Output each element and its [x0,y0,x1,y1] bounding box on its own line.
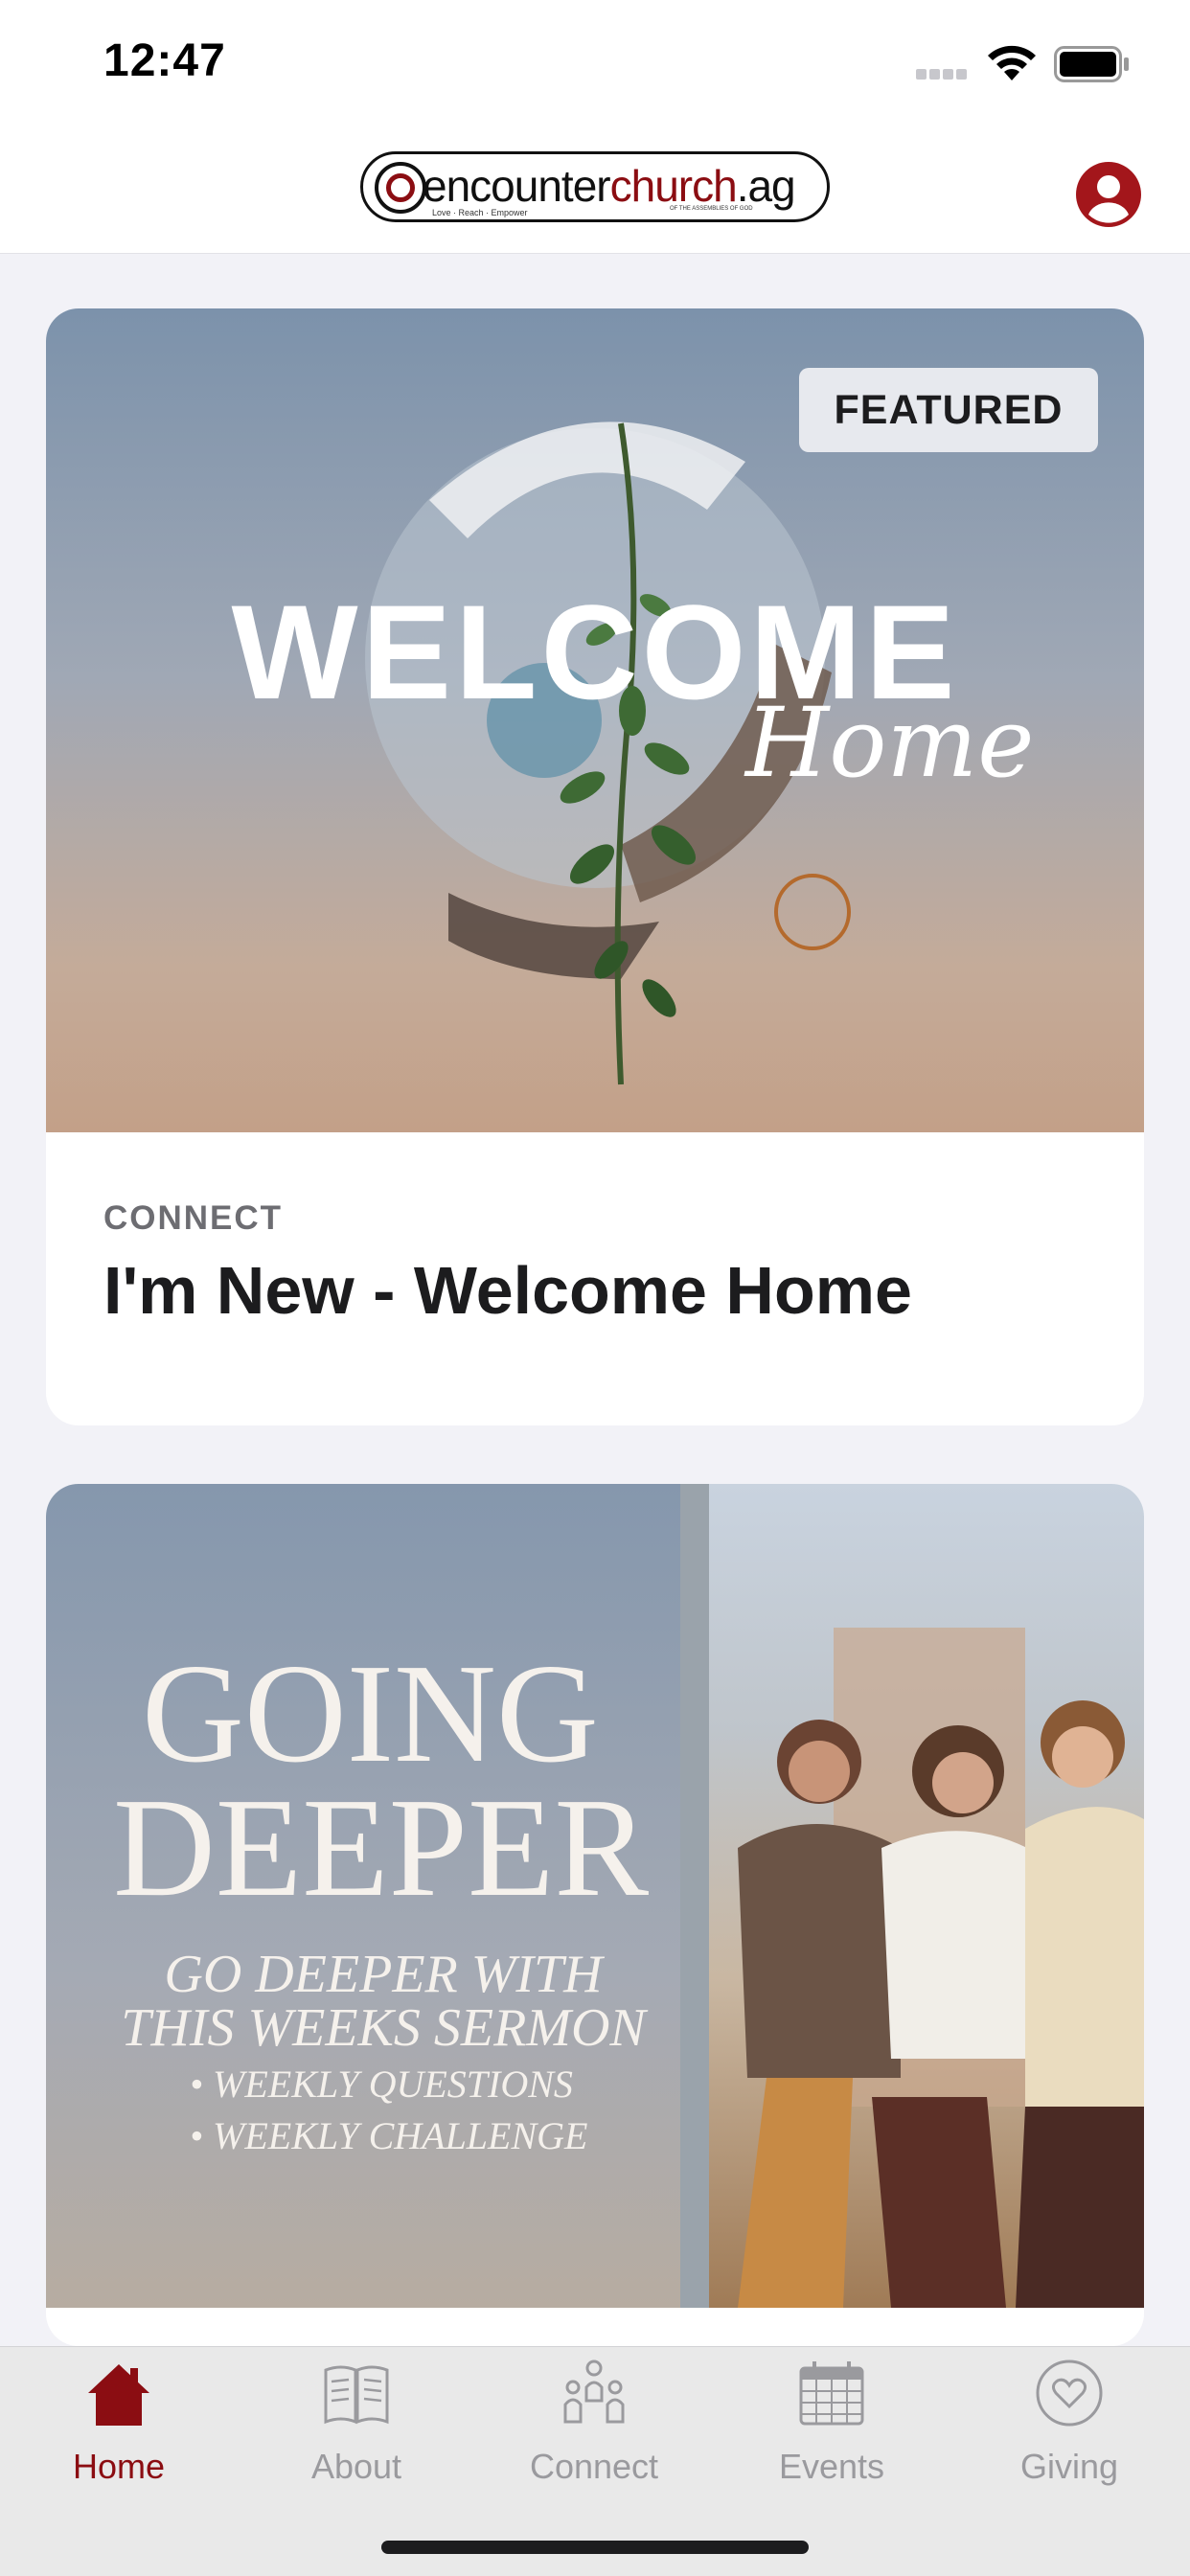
people-photo [680,1484,1144,2308]
card-category: CONNECT [103,1199,284,1237]
nav-header: encounterchurch.ag Love · Reach · Empowe… [0,128,1190,254]
tab-about[interactable]: About [238,2347,475,2510]
tab-label: Giving [1019,2447,1119,2486]
heart-circle-icon [1036,2359,1103,2427]
image-bullets: • WEEKLY QUESTIONS • WEEKLY CHALLENGE [190,2063,588,2157]
calendar-icon [799,2361,864,2426]
home-indicator[interactable] [381,2541,809,2554]
going-deeper-image: GOING DEEPER GO DEEPER WITH THIS WEEKS S… [46,1484,1144,2308]
profile-icon[interactable] [1075,161,1142,228]
image-subtitle: GO DEEPER WITH THIS WEEKS SERMON [121,1945,646,2058]
church-logo[interactable]: encounterchurch.ag Love · Reach · Empowe… [360,151,830,222]
featured-card[interactable]: FEATURED WELCOME Home CONNECT I'm New - … [46,308,1144,1425]
image-title: GOING DEEPER [113,1635,650,1926]
logo-e-mark-icon [375,162,426,214]
tab-connect[interactable]: Connect [475,2347,713,2510]
tab-giving[interactable]: Giving [950,2347,1188,2510]
logo-text: encounterchurch.ag [423,161,796,211]
logo-tagline: Love · Reach · Empower [432,208,528,217]
book-icon [324,2365,389,2425]
status-time: 12:47 [103,35,226,86]
status-bar: 12:47 [0,0,1190,128]
tab-label: Connect [529,2447,659,2486]
tab-label: About [310,2447,402,2486]
featured-badge: FEATURED [799,368,1098,452]
tab-events[interactable]: Events [713,2347,950,2510]
tab-label: Events [778,2447,885,2486]
house-icon [88,2364,149,2426]
tab-home[interactable]: Home [0,2347,238,2510]
image-script-text: Home [745,687,1035,799]
welcome-home-image: FEATURED WELCOME Home [46,308,1144,1132]
battery-icon [1054,46,1129,82]
tab-label: Home [72,2447,166,2486]
logo-subtitle: OF THE ASSEMBLIES OF GOD [670,206,753,212]
wifi-icon [988,45,1036,80]
people-photo-art [680,1484,1144,2308]
going-deeper-text-panel: GOING DEEPER GO DEEPER WITH THIS WEEKS S… [46,1484,680,2308]
cellular-signal-icon [916,67,970,80]
card-title: I'm New - Welcome Home [103,1253,912,1328]
going-deeper-card[interactable]: GOING DEEPER GO DEEPER WITH THIS WEEKS S… [46,1484,1144,2346]
people-icon [563,2359,625,2424]
